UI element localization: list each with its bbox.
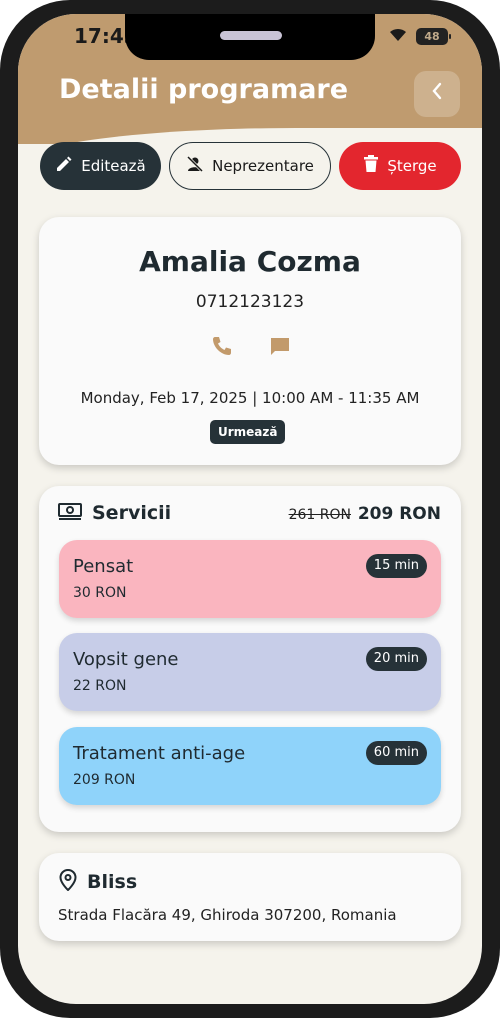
person-off-icon <box>186 155 204 177</box>
service-duration: 20 min <box>365 647 427 671</box>
location-card[interactable]: Bliss Strada Flacăra 49, Ghiroda 307200,… <box>39 853 461 941</box>
location-pin-icon <box>59 868 77 895</box>
edit-label: Editează <box>81 157 146 175</box>
side-button <box>0 225 4 295</box>
battery-level: 48 <box>424 29 440 43</box>
service-name: Tratament anti-age <box>73 743 246 764</box>
client-card: Amalia Cozma 0712123123 Monday, Feb 17, … <box>39 217 461 465</box>
client-phone: 0712123123 <box>195 292 305 312</box>
status-badge: Urmează <box>210 420 286 444</box>
chat-icon <box>269 335 291 361</box>
chevron-left-icon <box>430 81 444 107</box>
side-button <box>0 170 4 210</box>
noshow-button[interactable]: Neprezentare <box>169 142 331 190</box>
original-price: 261 RON <box>288 507 351 523</box>
service-price: 22 RON <box>73 678 127 694</box>
edit-button[interactable]: Editează <box>40 142 161 190</box>
pencil-icon <box>55 155 73 177</box>
appointment-datetime: Monday, Feb 17, 2025 | 10:00 AM - 11:35 … <box>80 389 420 407</box>
app-screen: 17:43 48 Detalii programare Editează Nep… <box>18 14 482 1004</box>
services-title: Servicii <box>92 502 172 524</box>
total-price: 209 RON <box>357 504 441 524</box>
service-duration: 60 min <box>365 741 427 765</box>
money-icon <box>58 502 82 524</box>
trash-icon <box>363 155 379 177</box>
action-row: Editează Neprezentare Șterge <box>40 142 461 190</box>
notch-speaker <box>220 31 282 40</box>
service-item[interactable]: Tratament anti-age 209 RON 60 min <box>59 727 441 805</box>
service-item[interactable]: Vopsit gene 22 RON 20 min <box>59 633 441 711</box>
location-address: Strada Flacăra 49, Ghiroda 307200, Roman… <box>58 906 397 924</box>
back-button[interactable] <box>414 71 460 117</box>
status-icons: 48 <box>388 26 451 46</box>
page-title: Detalii programare <box>59 74 349 105</box>
service-name: Vopsit gene <box>73 649 179 670</box>
location-name: Bliss <box>87 871 138 893</box>
services-card: Servicii 261 RON 209 RON Pensat 30 RON 1… <box>39 486 461 832</box>
contact-actions <box>209 335 293 361</box>
notch <box>125 14 375 60</box>
delete-button[interactable]: Șterge <box>339 142 461 190</box>
message-button[interactable] <box>267 335 293 361</box>
battery-icon: 48 <box>416 27 451 45</box>
phone-icon <box>211 335 233 361</box>
service-duration: 15 min <box>365 554 427 578</box>
service-price: 30 RON <box>73 585 127 601</box>
call-button[interactable] <box>209 335 235 361</box>
services-header: Servicii <box>58 502 171 524</box>
service-item[interactable]: Pensat 30 RON 15 min <box>59 540 441 618</box>
client-name: Amalia Cozma <box>139 245 361 278</box>
location-header: Bliss <box>59 868 138 895</box>
noshow-label: Neprezentare <box>212 157 314 175</box>
delete-label: Șterge <box>387 157 437 175</box>
service-name: Pensat <box>73 556 134 577</box>
service-price: 209 RON <box>73 772 136 788</box>
wifi-icon <box>388 26 408 46</box>
